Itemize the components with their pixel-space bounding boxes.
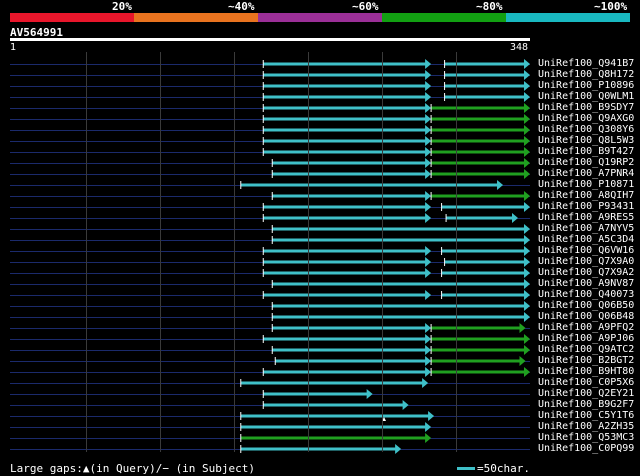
alignment-arrowhead bbox=[524, 59, 530, 69]
alignment-arrowhead bbox=[524, 202, 530, 212]
alignment-arrowhead bbox=[425, 268, 432, 278]
alignment-arrowhead bbox=[497, 180, 504, 190]
alignment-arrowhead bbox=[425, 433, 432, 443]
alignment-arrowhead bbox=[519, 323, 526, 333]
alignment-arrowhead bbox=[524, 114, 530, 124]
alignment-arrowhead bbox=[519, 356, 526, 366]
alignment-arrowhead bbox=[425, 125, 432, 135]
alignment-arrowhead bbox=[524, 224, 530, 234]
alignment-arrowhead bbox=[425, 103, 432, 113]
alignment-arrowhead bbox=[524, 136, 530, 146]
grid-line bbox=[382, 52, 383, 452]
alignment-arrowhead bbox=[524, 367, 530, 377]
alignment-arrowhead bbox=[425, 169, 432, 179]
alignment-arrowhead bbox=[524, 257, 530, 267]
alignment-arrowhead bbox=[524, 147, 530, 157]
alignment-arrowhead bbox=[425, 323, 432, 333]
alignment-arrowhead bbox=[395, 444, 402, 454]
alignment-arrowhead bbox=[524, 158, 530, 168]
grid-line bbox=[308, 52, 309, 452]
alignment-arrowhead bbox=[425, 92, 432, 102]
alignment-arrowhead bbox=[425, 290, 432, 300]
scale-bar bbox=[457, 467, 475, 470]
alignment-arrowhead bbox=[524, 125, 530, 135]
alignment-arrowhead bbox=[524, 103, 530, 113]
alignment-arrowhead bbox=[425, 356, 432, 366]
grid-line bbox=[160, 52, 161, 452]
scale-legend: =50char. bbox=[477, 462, 530, 475]
alignment-arrowhead bbox=[524, 191, 530, 201]
alignment-arrowhead bbox=[524, 70, 530, 80]
alignment-arrowhead bbox=[425, 246, 432, 256]
alignment-arrowhead bbox=[422, 378, 429, 388]
alignment-arrowhead bbox=[425, 147, 432, 157]
alignment-arrowhead bbox=[524, 301, 530, 311]
alignment-arrowhead bbox=[524, 246, 530, 256]
alignment-arrowhead bbox=[425, 345, 432, 355]
alignment-arrowhead bbox=[524, 235, 530, 245]
alignment-arrowhead bbox=[425, 136, 432, 146]
alignment-arrowhead bbox=[425, 158, 432, 168]
alignment-arrowhead bbox=[425, 70, 432, 80]
alignment-arrowhead bbox=[425, 202, 432, 212]
alignment-graphic bbox=[240, 59, 530, 454]
alignment-arrowhead bbox=[524, 290, 530, 300]
alignment-arrowhead bbox=[366, 389, 373, 399]
alignment-arrowhead bbox=[402, 400, 409, 410]
alignment-arrowhead bbox=[425, 422, 432, 432]
alignment-arrowhead bbox=[425, 81, 432, 91]
grid-line bbox=[86, 52, 87, 452]
alignment-arrowhead bbox=[524, 169, 530, 179]
alignment-arrowhead bbox=[425, 213, 432, 223]
alignment-arrowhead bbox=[512, 213, 519, 223]
alignment-arrowhead bbox=[425, 367, 432, 377]
alignment-arrowhead bbox=[425, 114, 432, 124]
grid-line bbox=[456, 52, 457, 452]
alignment-arrowhead bbox=[425, 59, 432, 69]
alignment-arrowhead bbox=[524, 312, 530, 322]
alignment-arrowhead bbox=[425, 191, 432, 201]
alignment-arrowhead bbox=[425, 334, 432, 344]
gaps-legend: Large gaps:▲(in Query)/− (in Subject) bbox=[10, 462, 256, 475]
grid-line bbox=[234, 52, 235, 452]
alignment-arrowhead bbox=[524, 279, 530, 289]
alignment-arrowhead bbox=[524, 268, 530, 278]
alignment-arrowhead bbox=[428, 411, 435, 421]
alignment-arrowhead bbox=[524, 92, 530, 102]
alignment-arrowhead bbox=[524, 81, 530, 91]
alignment-arrowhead bbox=[425, 257, 432, 267]
alignment-arrowhead bbox=[524, 345, 530, 355]
alignment-arrowhead bbox=[524, 334, 530, 344]
